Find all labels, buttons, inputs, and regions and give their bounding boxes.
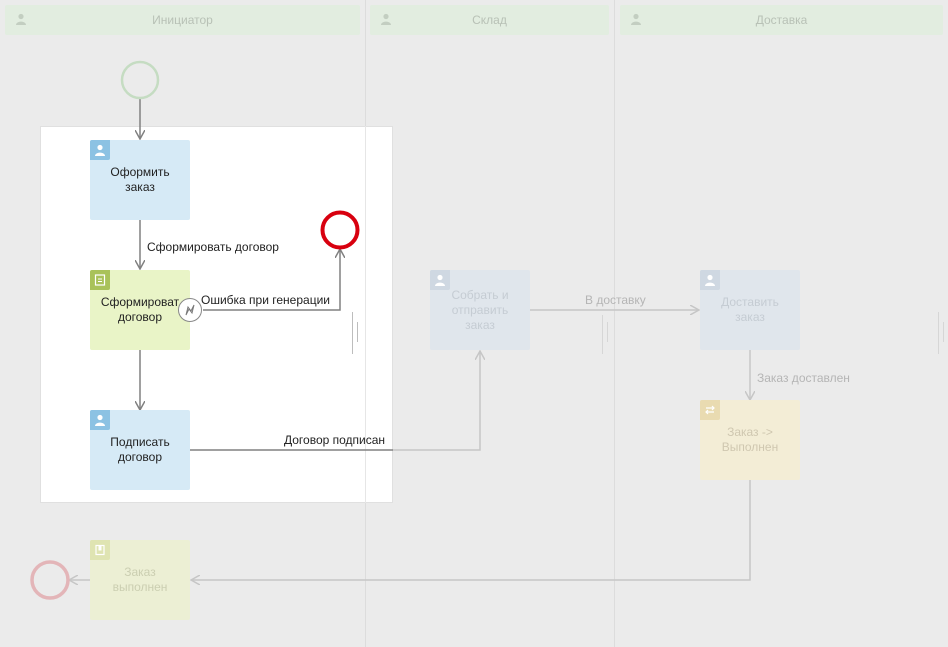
task-generate-contract[interactable]: Сформироват договор: [90, 270, 190, 350]
resize-handle[interactable]: [943, 322, 944, 342]
task-label: Собрать и отправить заказ: [451, 287, 509, 332]
resize-handle[interactable]: [938, 312, 939, 354]
task-form-order[interactable]: Оформить заказ: [90, 140, 190, 220]
flow-contract-signed-faded: [393, 352, 480, 451]
task-order-to-done[interactable]: Заказ -> Выполнен: [700, 400, 800, 480]
task-sign-contract[interactable]: Подписать договор: [90, 410, 190, 490]
task-collect-ship[interactable]: Собрать и отправить заказ: [430, 270, 530, 350]
start-event: [120, 60, 160, 100]
resize-handle[interactable]: [352, 312, 353, 354]
flow-status-to-done: [192, 480, 751, 580]
resize-handle[interactable]: [357, 322, 358, 342]
swap-icon: [700, 400, 720, 420]
user-icon: [430, 270, 450, 290]
flag-icon: [90, 540, 110, 560]
flow-label-make-contract[interactable]: Сформировать договор: [147, 240, 279, 254]
flow-label-order-delivered[interactable]: Заказ доставлен: [757, 371, 850, 385]
lightning-icon: [185, 304, 195, 316]
task-label: Сформироват договор: [100, 295, 180, 324]
user-icon: [90, 140, 110, 160]
task-label: Оформить заказ: [110, 165, 170, 194]
flow-label-to-delivery[interactable]: В доставку: [585, 293, 646, 307]
task-label: Доставить заказ: [721, 295, 779, 324]
flow-label-contract-signed[interactable]: Договор подписан: [284, 433, 385, 447]
flow-label-generation-error[interactable]: Ошибка при генерации: [201, 293, 330, 307]
document-icon: [90, 270, 110, 290]
resize-handle[interactable]: [602, 315, 603, 354]
task-label: Подписать договор: [110, 435, 170, 464]
user-icon: [90, 410, 110, 430]
error-end-event: [320, 210, 360, 250]
task-order-done[interactable]: Заказ выполнен: [90, 540, 190, 620]
task-label: Заказ выполнен: [112, 565, 168, 594]
end-event: [30, 560, 70, 600]
task-deliver-order[interactable]: Доставить заказ: [700, 270, 800, 350]
user-icon: [700, 270, 720, 290]
boundary-error-event[interactable]: [178, 298, 202, 322]
task-label: Заказ -> Выполнен: [721, 425, 779, 454]
resize-handle[interactable]: [607, 322, 608, 342]
